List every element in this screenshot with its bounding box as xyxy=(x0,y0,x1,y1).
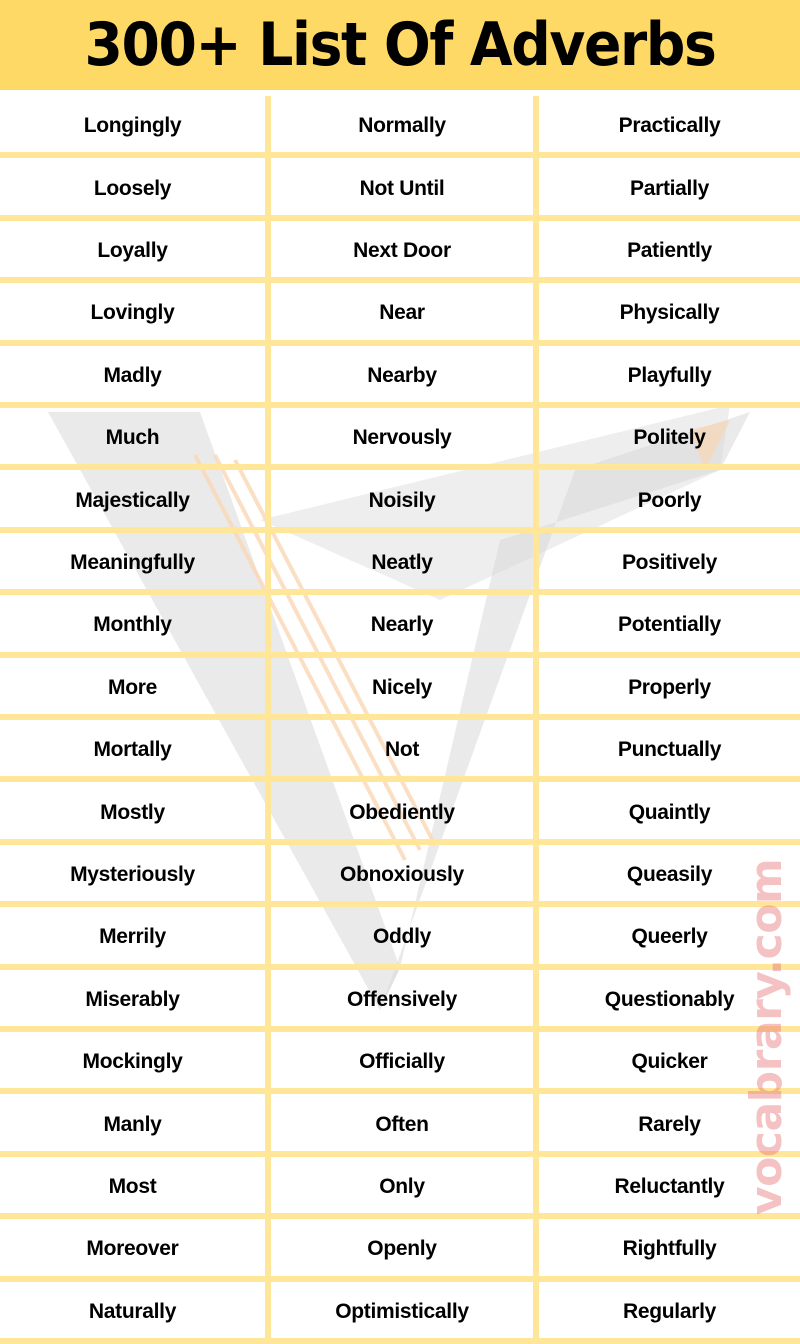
adverb-table: Longingly Normally Practically Loosely Not U… xyxy=(0,96,800,1344)
adverb-cell: Manly xyxy=(0,1094,265,1157)
adverb-cell: Physically xyxy=(539,283,800,346)
adverb-cell: Normally xyxy=(271,96,533,159)
adverb-cell: Punctually xyxy=(539,720,800,783)
adverb-cell: Mortally xyxy=(0,720,265,783)
adverb-cell: Nicely xyxy=(271,658,533,720)
adverb-cell: Much xyxy=(0,408,265,471)
adverb-cell: Often xyxy=(271,1094,533,1157)
adverb-cell: Properly xyxy=(539,658,800,720)
adverb-cell: Openly xyxy=(271,1219,533,1282)
adverb-cell: Partially xyxy=(539,158,800,221)
adverb-cell: Not Until xyxy=(271,158,533,221)
adverb-cell: Mysteriously xyxy=(0,845,265,908)
adverb-cell: Noisily xyxy=(271,470,533,533)
adverb-cell: Naturally xyxy=(0,1282,265,1344)
adverb-cell: Meaningfully xyxy=(0,533,265,596)
adverb-cell: Lovingly xyxy=(0,283,265,346)
adverb-cell: Longingly xyxy=(0,96,265,159)
adverb-cell: Only xyxy=(271,1157,533,1220)
adverb-cell: Oddly xyxy=(271,907,533,970)
adverb-cell: Merrily xyxy=(0,907,265,970)
adverb-cell: Offensively xyxy=(271,970,533,1032)
adverb-cell: Nervously xyxy=(271,408,533,471)
adverb-cell: Miserably xyxy=(0,970,265,1032)
site-watermark: vocabrary.com xyxy=(741,858,792,1215)
adverb-cell: Next Door xyxy=(271,221,533,284)
adverb-cell: Mockingly xyxy=(0,1032,265,1095)
adverb-cell: Near xyxy=(271,283,533,346)
adverb-cell: Nearly xyxy=(271,595,533,658)
adverb-cell: Monthly xyxy=(0,595,265,658)
adverb-cell: Officially xyxy=(271,1032,533,1095)
adverb-cell: Neatly xyxy=(271,533,533,596)
adverb-cell: Obnoxiously xyxy=(271,845,533,908)
adverb-cell: Not xyxy=(271,720,533,783)
adverb-cell: Practically xyxy=(539,96,800,159)
adverb-cell: Most xyxy=(0,1157,265,1220)
adverb-cell: Nearby xyxy=(271,346,533,408)
adverb-cell: Politely xyxy=(539,408,800,471)
adverb-cell: More xyxy=(0,658,265,720)
title-banner: 300+ List Of Adverbs xyxy=(0,0,800,90)
adverb-cell: Potentially xyxy=(539,595,800,658)
adverb-cell: Obediently xyxy=(271,782,533,845)
adverb-cell: Loosely xyxy=(0,158,265,221)
adverb-cell: Mostly xyxy=(0,782,265,845)
adverb-cell: Playfully xyxy=(539,346,800,408)
adverb-cell: Regularly xyxy=(539,1282,800,1344)
adverb-cell: Rightfully xyxy=(539,1219,800,1282)
adverb-cell: Positively xyxy=(539,533,800,596)
adverb-cell: Loyally xyxy=(0,221,265,284)
adverb-cell: Quaintly xyxy=(539,782,800,845)
adverb-cell: Patiently xyxy=(539,221,800,284)
adverb-cell: Poorly xyxy=(539,470,800,533)
adverb-cell: Moreover xyxy=(0,1219,265,1282)
adverb-cell: Optimistically xyxy=(271,1282,533,1344)
adverb-cell: Madly xyxy=(0,346,265,408)
adverb-cell: Majestically xyxy=(0,470,265,533)
page-title: 300+ List Of Adverbs xyxy=(84,10,716,80)
